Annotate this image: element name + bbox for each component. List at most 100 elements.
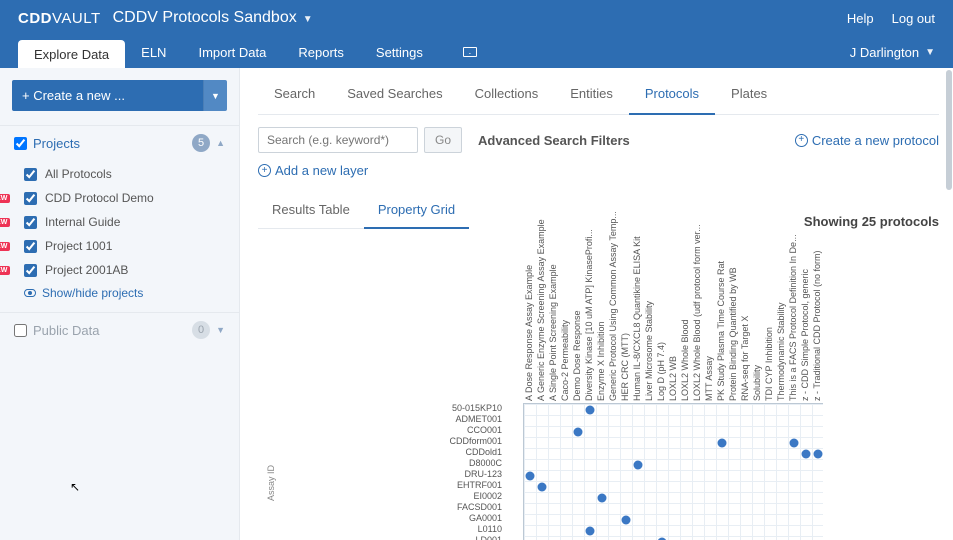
nav-import-data[interactable]: Import Data: [182, 36, 282, 68]
tab-saved-searches[interactable]: Saved Searches: [331, 76, 458, 114]
column-header[interactable]: Diversity Kinase [10 uM ATP] KinaseProfi…: [583, 251, 595, 401]
column-header[interactable]: Demo Dose Response: [571, 251, 583, 401]
column-header[interactable]: Protein Binding Quantified by WB: [727, 251, 739, 401]
project-item[interactable]: NEWCDD Protocol Demo: [14, 186, 225, 210]
tab-collections[interactable]: Collections: [459, 76, 555, 114]
chevron-down-icon: ▼: [303, 14, 313, 25]
column-header[interactable]: Generic Protocol Using Common Assay Temp…: [607, 251, 619, 401]
nav-settings[interactable]: Settings: [360, 36, 439, 68]
nav-explore-data[interactable]: Explore Data: [18, 40, 125, 68]
tab-search[interactable]: Search: [258, 76, 331, 114]
column-header[interactable]: Solubility: [751, 251, 763, 401]
help-link[interactable]: Help: [847, 11, 874, 26]
chevron-down-icon: ▼: [925, 47, 935, 58]
column-header[interactable]: Log D (pH 7.4): [655, 251, 667, 401]
column-header[interactable]: TDI CYP Inhibition: [763, 251, 775, 401]
vault-switcher[interactable]: CDDV Protocols Sandbox▼: [113, 9, 313, 27]
sidebar: + Create a new ... ▼ Projects 5 ▲ All Pr…: [0, 68, 240, 540]
nav-eln[interactable]: ELN: [125, 36, 182, 68]
data-point[interactable]: [574, 427, 583, 436]
row-header[interactable]: ADMET001: [288, 414, 508, 425]
column-header[interactable]: A Generic Enzyme Screening Assay Example: [535, 251, 547, 401]
row-header[interactable]: EHTRF001: [288, 480, 508, 491]
data-point[interactable]: [598, 493, 607, 502]
data-point[interactable]: [526, 471, 535, 480]
row-header[interactable]: 50-015KP10: [288, 403, 508, 414]
row-header[interactable]: CCO001: [288, 425, 508, 436]
row-header[interactable]: D8000C: [288, 458, 508, 469]
public-data-checkbox[interactable]: [14, 324, 27, 337]
row-header[interactable]: CDDold1: [288, 447, 508, 458]
project-checkbox[interactable]: [24, 240, 37, 253]
tab-protocols[interactable]: Protocols: [629, 76, 715, 115]
create-new-button[interactable]: + Create a new ...: [12, 80, 203, 111]
logout-link[interactable]: Log out: [892, 11, 935, 26]
new-badge: NEW: [0, 242, 10, 251]
project-item[interactable]: NEWInternal Guide: [14, 210, 225, 234]
add-layer-link[interactable]: +Add a new layer: [258, 163, 368, 178]
row-header[interactable]: FACSD001: [288, 502, 508, 513]
mail-icon: [463, 47, 477, 57]
tab-results-table[interactable]: Results Table: [258, 194, 364, 228]
project-checkbox[interactable]: [24, 168, 37, 181]
column-header[interactable]: Liver Microsome Stability: [643, 251, 655, 401]
data-point[interactable]: [622, 515, 631, 524]
user-menu[interactable]: J Darlington▼: [850, 36, 935, 68]
data-point[interactable]: [802, 449, 811, 458]
row-header[interactable]: LD001: [288, 535, 508, 540]
column-header[interactable]: PK Study Plasma Time Course Rat: [715, 251, 727, 401]
column-header[interactable]: LOXL2 WB: [667, 251, 679, 401]
column-header[interactable]: z - CDD Simple Protocol, generic: [799, 251, 811, 401]
data-point[interactable]: [634, 460, 643, 469]
search-input[interactable]: [258, 127, 418, 153]
row-header[interactable]: L0110: [288, 524, 508, 535]
tab-entities[interactable]: Entities: [554, 76, 629, 114]
data-point[interactable]: [718, 438, 727, 447]
column-header[interactable]: MTT Assay: [703, 251, 715, 401]
column-header[interactable]: Caco-2 Permeability: [559, 251, 571, 401]
column-header[interactable]: RNA-seq for Target X: [739, 251, 751, 401]
column-header[interactable]: Enzyme X Inhibition: [595, 251, 607, 401]
data-point[interactable]: [790, 438, 799, 447]
public-data-section-toggle[interactable]: Public Data 0 ▼: [0, 312, 239, 347]
nav-reports[interactable]: Reports: [282, 36, 360, 68]
row-header[interactable]: EI0002: [288, 491, 508, 502]
nav-mail[interactable]: [439, 36, 501, 68]
scrollbar-thumb[interactable]: [946, 70, 952, 190]
project-label: Internal Guide: [45, 215, 120, 229]
project-item[interactable]: NEWProject 1001: [14, 234, 225, 258]
column-header[interactable]: LOXL2 Whole Blood (udf protocol form ver…: [691, 251, 703, 401]
project-checkbox[interactable]: [24, 192, 37, 205]
column-header[interactable]: A Dose Response Assay Example: [523, 251, 535, 401]
project-checkbox[interactable]: [24, 264, 37, 277]
show-hide-projects[interactable]: Show/hide projects: [14, 282, 225, 304]
column-header[interactable]: This is a FACS Protocol Definition In De…: [787, 251, 799, 401]
row-header[interactable]: CDDform001: [288, 436, 508, 447]
create-new-dropdown[interactable]: ▼: [203, 80, 227, 111]
data-point[interactable]: [814, 449, 823, 458]
create-protocol-link[interactable]: +Create a new protocol: [795, 133, 939, 148]
tab-property-grid[interactable]: Property Grid: [364, 194, 469, 229]
column-header[interactable]: Human IL-8/CXCL8 Quantikine ELISA Kit: [631, 251, 643, 401]
projects-section-toggle[interactable]: Projects 5 ▲: [0, 125, 239, 160]
new-badge: NEW: [0, 266, 10, 275]
go-button[interactable]: Go: [424, 127, 462, 153]
project-item[interactable]: All Protocols: [14, 162, 225, 186]
column-header[interactable]: Thermodynamic Stability: [775, 251, 787, 401]
data-point[interactable]: [586, 405, 595, 414]
column-header[interactable]: A Single Point Screening Example: [547, 251, 559, 401]
row-header[interactable]: DRU-123: [288, 469, 508, 480]
projects-checkbox[interactable]: [14, 137, 27, 150]
column-header[interactable]: LOXL2 Whole Blood: [679, 251, 691, 401]
project-checkbox[interactable]: [24, 216, 37, 229]
column-header[interactable]: HER CRC (MTT): [619, 251, 631, 401]
scatter-plot[interactable]: [523, 403, 823, 540]
new-badge: NEW: [0, 218, 10, 227]
data-point[interactable]: [586, 526, 595, 535]
project-item[interactable]: NEWProject 2001AB: [14, 258, 225, 282]
row-header[interactable]: GA0001: [288, 513, 508, 524]
data-point[interactable]: [538, 482, 547, 491]
tab-plates[interactable]: Plates: [715, 76, 783, 114]
column-header[interactable]: z - Traditional CDD Protocol (no form): [811, 251, 823, 401]
advanced-filters-label: Advanced Search Filters: [478, 133, 630, 148]
